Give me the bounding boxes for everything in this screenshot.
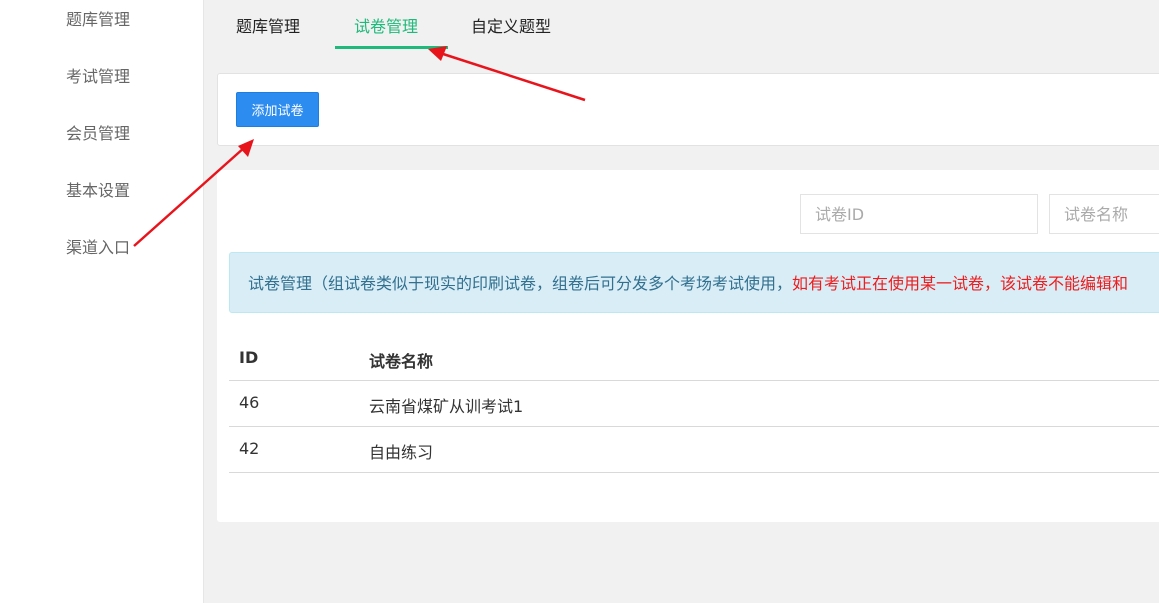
sidebar: 题库管理 考试管理 会员管理 基本设置 渠道入口 bbox=[0, 0, 204, 603]
row-1-id: 46 bbox=[239, 393, 260, 412]
tab-custom-question-type[interactable]: 自定义题型 bbox=[471, 13, 551, 37]
info-notice: 试卷管理（组试卷类似于现实的印刷试卷，组卷后可分发多个考场考试使用，如有考试正在… bbox=[229, 252, 1159, 313]
row-divider bbox=[229, 426, 1159, 427]
sidebar-item-channel[interactable]: 渠道入口 bbox=[66, 234, 130, 258]
tab-question-bank[interactable]: 题库管理 bbox=[236, 13, 300, 37]
toolbar-card bbox=[217, 73, 1159, 146]
paper-name-input[interactable] bbox=[1049, 194, 1159, 234]
tab-bar bbox=[205, 0, 1159, 52]
add-paper-button[interactable]: 添加试卷 bbox=[236, 92, 319, 127]
row-divider bbox=[229, 472, 1159, 473]
notice-text: 试卷管理（组试卷类似于现实的印刷试卷，组卷后可分发多个考场考试使用， bbox=[248, 274, 793, 293]
sidebar-item-exam[interactable]: 考试管理 bbox=[66, 63, 130, 87]
column-header-name: 试卷名称 bbox=[369, 352, 434, 371]
tab-paper-management[interactable]: 试卷管理 bbox=[354, 13, 418, 37]
row-2-id: 42 bbox=[239, 439, 260, 458]
header-divider bbox=[229, 380, 1159, 381]
sidebar-item-question-bank[interactable]: 题库管理 bbox=[66, 6, 130, 30]
active-tab-indicator bbox=[335, 46, 448, 49]
notice-warning: 如有考试正在使用某一试卷，该试卷不能编辑和 bbox=[792, 274, 1129, 293]
row-1-name: 云南省煤矿从训考试1 bbox=[369, 397, 524, 416]
row-2-name: 自由练习 bbox=[369, 443, 434, 462]
sidebar-item-members[interactable]: 会员管理 bbox=[66, 120, 130, 144]
sidebar-item-settings[interactable]: 基本设置 bbox=[66, 177, 130, 201]
column-header-id: ID bbox=[239, 348, 259, 367]
paper-id-input[interactable] bbox=[800, 194, 1038, 234]
